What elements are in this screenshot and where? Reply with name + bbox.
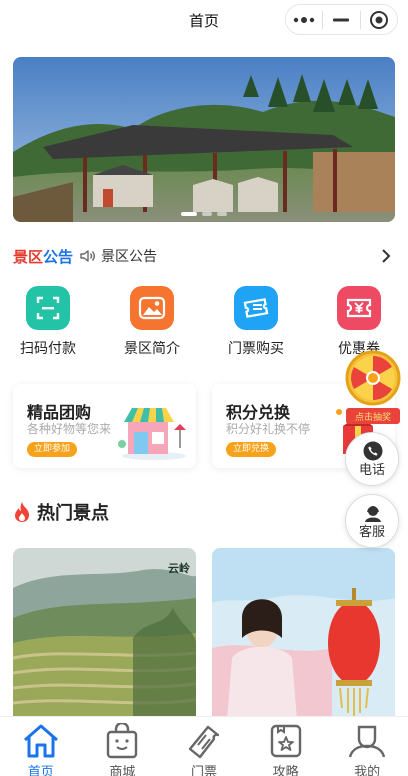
picture-icon — [130, 286, 174, 330]
user-icon — [349, 725, 386, 758]
mini-program-capsule — [285, 4, 398, 35]
customer-service-icon — [365, 506, 381, 522]
guide-icon — [270, 724, 301, 758]
notice-bar[interactable]: 景区 公告 景区公告 — [13, 242, 395, 270]
tab-mall[interactable]: 商城 — [82, 717, 164, 776]
phone-icon — [363, 441, 383, 461]
bottom-tab-bar: 首页 商城 门票 攻略 我的 — [0, 716, 408, 776]
spot-card-terraces[interactable]: 云岭 — [13, 548, 196, 720]
carousel-dot[interactable] — [202, 212, 212, 216]
promo-card-group-buy[interactable]: 精品团购 各种好物等您来 立即参加 — [13, 384, 196, 468]
notice-brand-part2: 公告 — [43, 247, 74, 266]
menu-label: 扫码付款 — [20, 341, 76, 357]
notice-text: 景区公告 — [101, 249, 158, 265]
close-miniprogram-button[interactable] — [361, 5, 397, 34]
banner-scenic-image — [13, 57, 395, 222]
flame-icon — [15, 502, 29, 522]
join-button[interactable]: 立即参加 — [27, 442, 78, 457]
tab-guide[interactable]: 攻略 — [245, 717, 327, 776]
ticket-icon — [188, 725, 220, 759]
minus-icon — [333, 18, 350, 21]
menu-label: 门票购买 — [228, 341, 284, 357]
home-icon — [23, 724, 58, 758]
menu-label: 景区简介 — [124, 341, 180, 357]
minimize-button[interactable] — [323, 5, 359, 34]
customer-service-button[interactable]: 客服 — [345, 494, 399, 548]
section-title: 热门景点 — [37, 503, 109, 524]
menu-item-coupon[interactable]: 优惠券 — [319, 286, 399, 358]
scan-icon — [26, 286, 70, 330]
speaker-icon — [80, 250, 95, 262]
chevron-right-icon — [382, 249, 391, 263]
spot-card-lantern[interactable] — [212, 548, 395, 720]
banner-carousel[interactable] — [13, 57, 395, 222]
nav-header: 首页 — [0, 0, 408, 42]
hot-spots-header: 热门景点 — [13, 498, 109, 526]
tab-label: 我的 — [354, 765, 381, 776]
spot-watermark: 云岭 — [168, 562, 190, 575]
tab-home[interactable]: 首页 — [0, 717, 82, 776]
shop-illustration-icon — [118, 408, 186, 460]
tab-profile[interactable]: 我的 — [326, 717, 408, 776]
menu-item-ticket-purchase[interactable]: 门票购买 — [216, 286, 296, 358]
more-menu-button[interactable] — [286, 5, 322, 34]
promo-subtitle: 各种好物等您来 — [27, 422, 112, 436]
phone-button[interactable]: 电话 — [345, 432, 399, 486]
tab-label: 门票 — [190, 765, 217, 776]
ticket-icon — [234, 286, 278, 330]
carousel-dot-active[interactable] — [181, 212, 197, 216]
tab-label: 首页 — [27, 765, 54, 776]
phone-label: 电话 — [358, 463, 385, 478]
notice-brand-part1: 景区 — [13, 247, 44, 266]
promo-subtitle: 积分好礼换不停 — [226, 422, 311, 436]
target-close-icon — [369, 10, 388, 29]
exchange-button[interactable]: 立即兑换 — [226, 442, 277, 457]
menu-item-scan-pay[interactable]: 扫码付款 — [8, 286, 88, 358]
lottery-label: 点击抽奖 — [355, 411, 391, 423]
tab-tickets[interactable]: 门票 — [163, 717, 245, 776]
lottery-wheel-button[interactable]: 点击抽奖 — [342, 350, 404, 430]
shopping-bag-icon — [107, 723, 138, 759]
more-dots-icon — [293, 16, 315, 23]
prize-wheel-icon: 点击抽奖 — [345, 350, 401, 424]
carousel-dot[interactable] — [217, 212, 227, 216]
spot-image-lantern — [212, 548, 395, 720]
carousel-indicator — [13, 212, 395, 216]
service-label: 客服 — [358, 525, 385, 540]
coupon-icon — [337, 286, 381, 330]
tab-label: 商城 — [109, 765, 136, 776]
menu-item-scenic-intro[interactable]: 景区简介 — [112, 286, 192, 358]
tab-label: 攻略 — [272, 765, 299, 776]
